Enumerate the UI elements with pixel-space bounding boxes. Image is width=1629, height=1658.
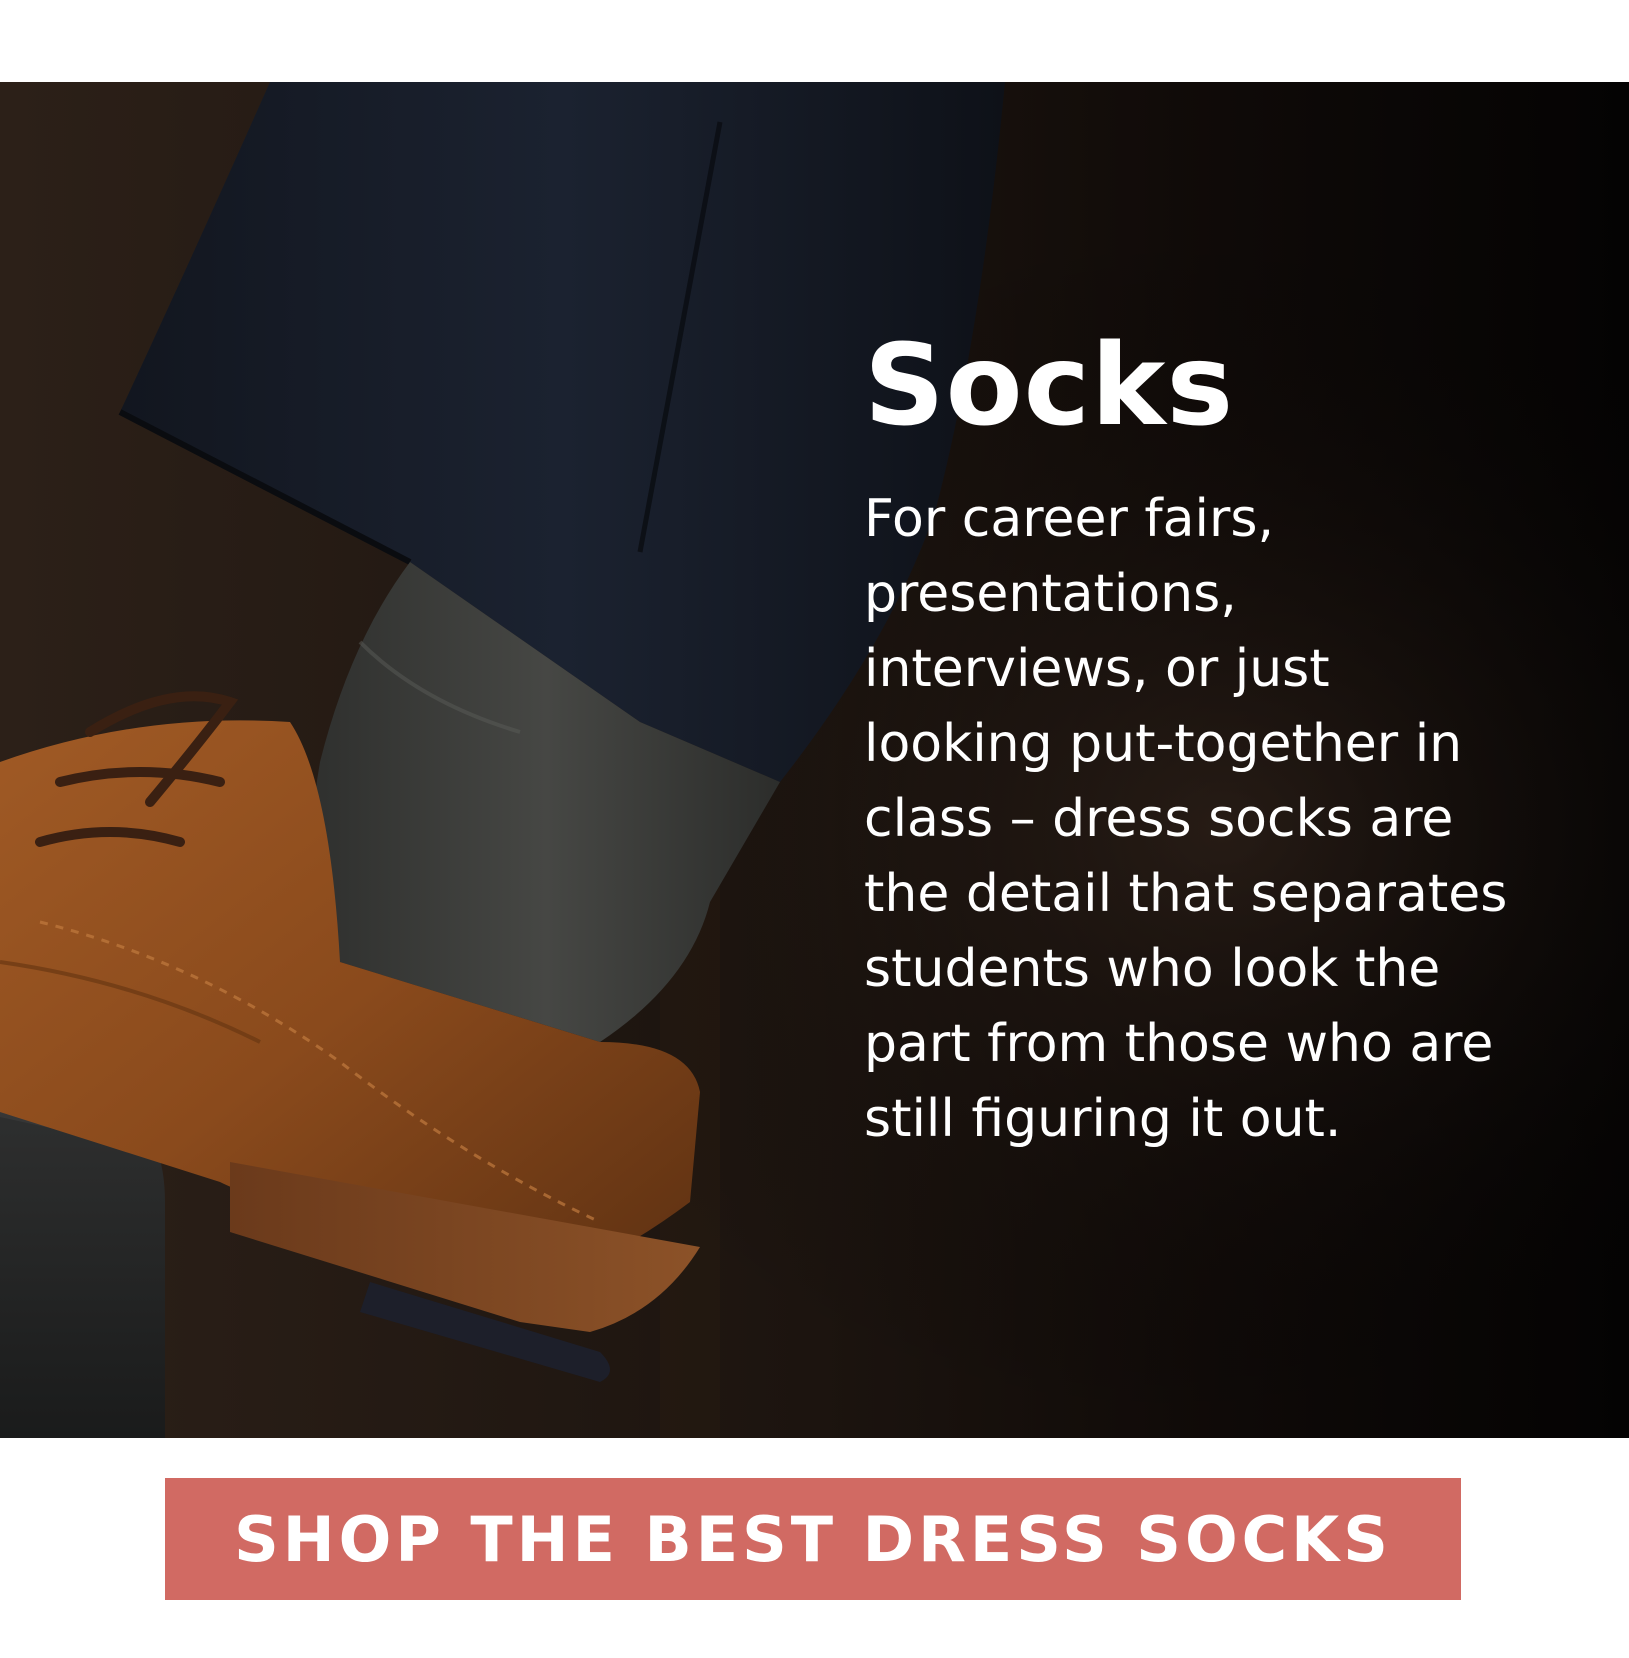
hero-copy: Socks For career fairs, presentations, i… bbox=[864, 330, 1564, 1157]
hero-banner: Socks For career fairs, presentations, i… bbox=[0, 82, 1629, 1438]
shop-dress-socks-button[interactable]: SHOP THE BEST DRESS SOCKS bbox=[165, 1478, 1461, 1600]
hero-title: Socks bbox=[864, 321, 1235, 451]
hero-description: For career fairs, presentations, intervi… bbox=[864, 489, 1508, 1149]
